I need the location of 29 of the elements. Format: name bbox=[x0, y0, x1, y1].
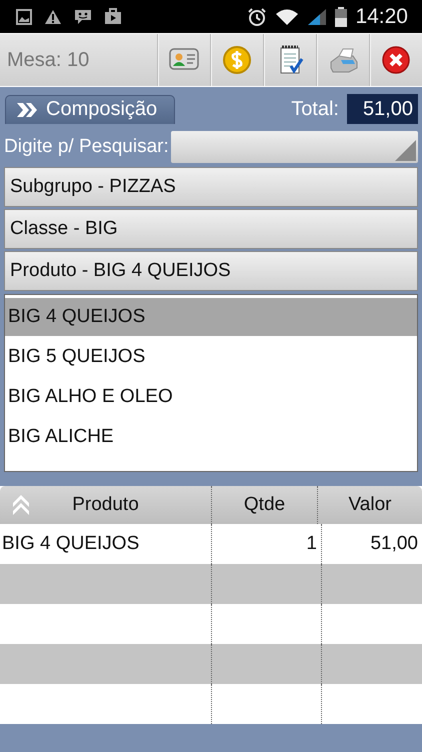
table-cell-text: BIG 4 QUEIJOS bbox=[1, 532, 140, 556]
wifi-icon bbox=[275, 8, 300, 26]
search-field[interactable] bbox=[170, 131, 418, 163]
image-icon bbox=[16, 8, 32, 24]
double-chevron-icon bbox=[16, 102, 38, 118]
total-label: Total: bbox=[291, 98, 339, 120]
clock-time: 14:20 bbox=[355, 4, 408, 28]
tab[interactable]: Composição bbox=[5, 94, 175, 124]
search-label: Digite p/ Pesquisar: bbox=[4, 136, 169, 158]
total-value: 51,00 bbox=[347, 94, 418, 124]
play-store-icon bbox=[104, 8, 122, 25]
product-item[interactable]: BIG ALICHE bbox=[5, 418, 417, 456]
product-item[interactable]: BIG 5 QUEIJOS bbox=[5, 338, 417, 376]
filter-button[interactable]: Produto - BIG 4 QUEIJOS bbox=[4, 251, 418, 291]
table-title: Mesa: 10 bbox=[6, 48, 90, 72]
product-item[interactable]: BIG ALHO E OLEO bbox=[5, 378, 417, 416]
collapse-icon bbox=[12, 494, 30, 516]
filter-button[interactable]: Subgrupo - PIZZAS bbox=[4, 167, 418, 207]
chat-icon bbox=[74, 8, 92, 24]
product-item[interactable]: BIG 4 QUEIJOS bbox=[5, 298, 417, 336]
filter-button[interactable]: Classe - BIG bbox=[4, 209, 418, 249]
warning-icon bbox=[44, 8, 62, 24]
battery-icon bbox=[335, 6, 348, 26]
signal-icon bbox=[307, 8, 328, 26]
column-header[interactable]: Produto bbox=[0, 486, 211, 524]
alarm-icon bbox=[247, 6, 268, 26]
dollar-coin-icon bbox=[221, 44, 253, 76]
corner-icon bbox=[395, 140, 417, 162]
close-icon bbox=[380, 44, 412, 76]
